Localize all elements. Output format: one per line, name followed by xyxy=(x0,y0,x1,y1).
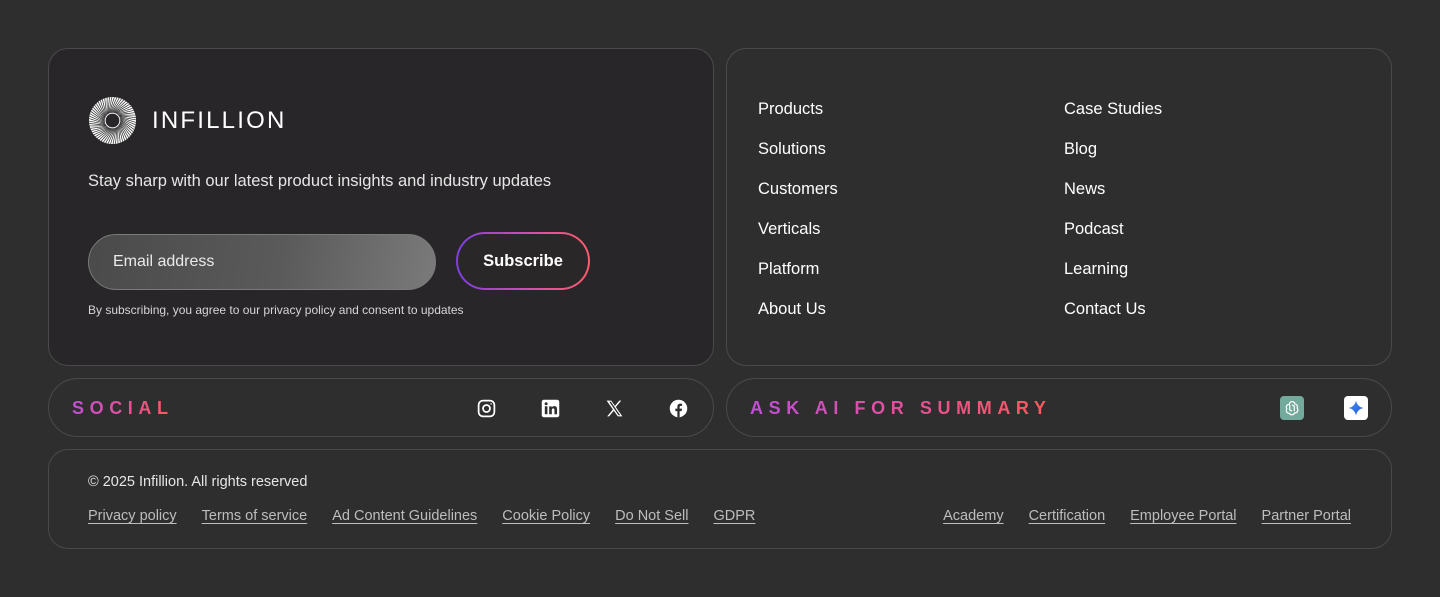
academy-link[interactable]: Academy xyxy=(943,508,1003,524)
x-icon[interactable] xyxy=(604,398,625,419)
brand-logo[interactable]: INFILLION xyxy=(88,96,287,145)
instagram-icon[interactable] xyxy=(476,398,497,419)
portal-links: Academy Certification Employee Portal Pa… xyxy=(943,508,1351,524)
nav-column-right: Case Studies Blog News Podcast Learning … xyxy=(1064,99,1162,339)
brand-name: INFILLION xyxy=(152,106,287,134)
do-not-sell-link[interactable]: Do Not Sell xyxy=(615,508,688,524)
legal-links: Privacy policy Terms of service Ad Conte… xyxy=(88,508,755,524)
terms-of-service-link[interactable]: Terms of service xyxy=(202,508,308,524)
legal-footer-card: © 2025 Infillion. All rights reserved Pr… xyxy=(48,449,1392,549)
infillion-radial-logo-icon xyxy=(88,96,137,145)
social-card: SOCIAL xyxy=(48,378,714,437)
nav-link-case-studies[interactable]: Case Studies xyxy=(1064,99,1162,139)
nav-column-left: Products Solutions Customers Verticals P… xyxy=(758,99,838,339)
nav-link-blog[interactable]: Blog xyxy=(1064,139,1162,179)
ask-ai-label: ASK AI FOR SUMMARY xyxy=(750,398,1052,418)
ask-ai-card: ASK AI FOR SUMMARY xyxy=(726,378,1392,437)
nav-link-contact-us[interactable]: Contact Us xyxy=(1064,299,1162,339)
facebook-icon[interactable] xyxy=(668,398,689,419)
social-icons xyxy=(476,398,689,419)
social-label: SOCIAL xyxy=(72,398,174,418)
gdpr-link[interactable]: GDPR xyxy=(713,508,755,524)
partner-portal-link[interactable]: Partner Portal xyxy=(1262,508,1351,524)
copyright-text: © 2025 Infillion. All rights reserved xyxy=(88,474,308,490)
certification-link[interactable]: Certification xyxy=(1029,508,1106,524)
nav-link-news[interactable]: News xyxy=(1064,179,1162,219)
nav-link-customers[interactable]: Customers xyxy=(758,179,838,219)
chatgpt-icon[interactable] xyxy=(1280,396,1304,420)
gemini-icon[interactable] xyxy=(1344,396,1368,420)
footer-nav-card: Products Solutions Customers Verticals P… xyxy=(726,48,1392,366)
subscribe-button-border: Subscribe xyxy=(456,232,590,290)
nav-link-products[interactable]: Products xyxy=(758,99,838,139)
linkedin-icon[interactable] xyxy=(540,398,561,419)
ai-icons xyxy=(1280,396,1368,420)
ad-content-guidelines-link[interactable]: Ad Content Guidelines xyxy=(332,508,477,524)
nav-link-podcast[interactable]: Podcast xyxy=(1064,219,1162,259)
email-input[interactable] xyxy=(88,234,436,290)
nav-link-solutions[interactable]: Solutions xyxy=(758,139,838,179)
nav-link-learning[interactable]: Learning xyxy=(1064,259,1162,299)
privacy-policy-link[interactable]: Privacy policy xyxy=(88,508,177,524)
newsletter-card: INFILLION Stay sharp with our latest pro… xyxy=(48,48,714,366)
consent-text: By subscribing, you agree to our privacy… xyxy=(88,303,464,317)
employee-portal-link[interactable]: Employee Portal xyxy=(1130,508,1236,524)
nav-link-platform[interactable]: Platform xyxy=(758,259,838,299)
newsletter-tagline: Stay sharp with our latest product insig… xyxy=(88,172,552,190)
cookie-policy-link[interactable]: Cookie Policy xyxy=(502,508,590,524)
nav-link-about-us[interactable]: About Us xyxy=(758,299,838,339)
subscribe-button[interactable]: Subscribe xyxy=(458,234,588,288)
nav-link-verticals[interactable]: Verticals xyxy=(758,219,838,259)
